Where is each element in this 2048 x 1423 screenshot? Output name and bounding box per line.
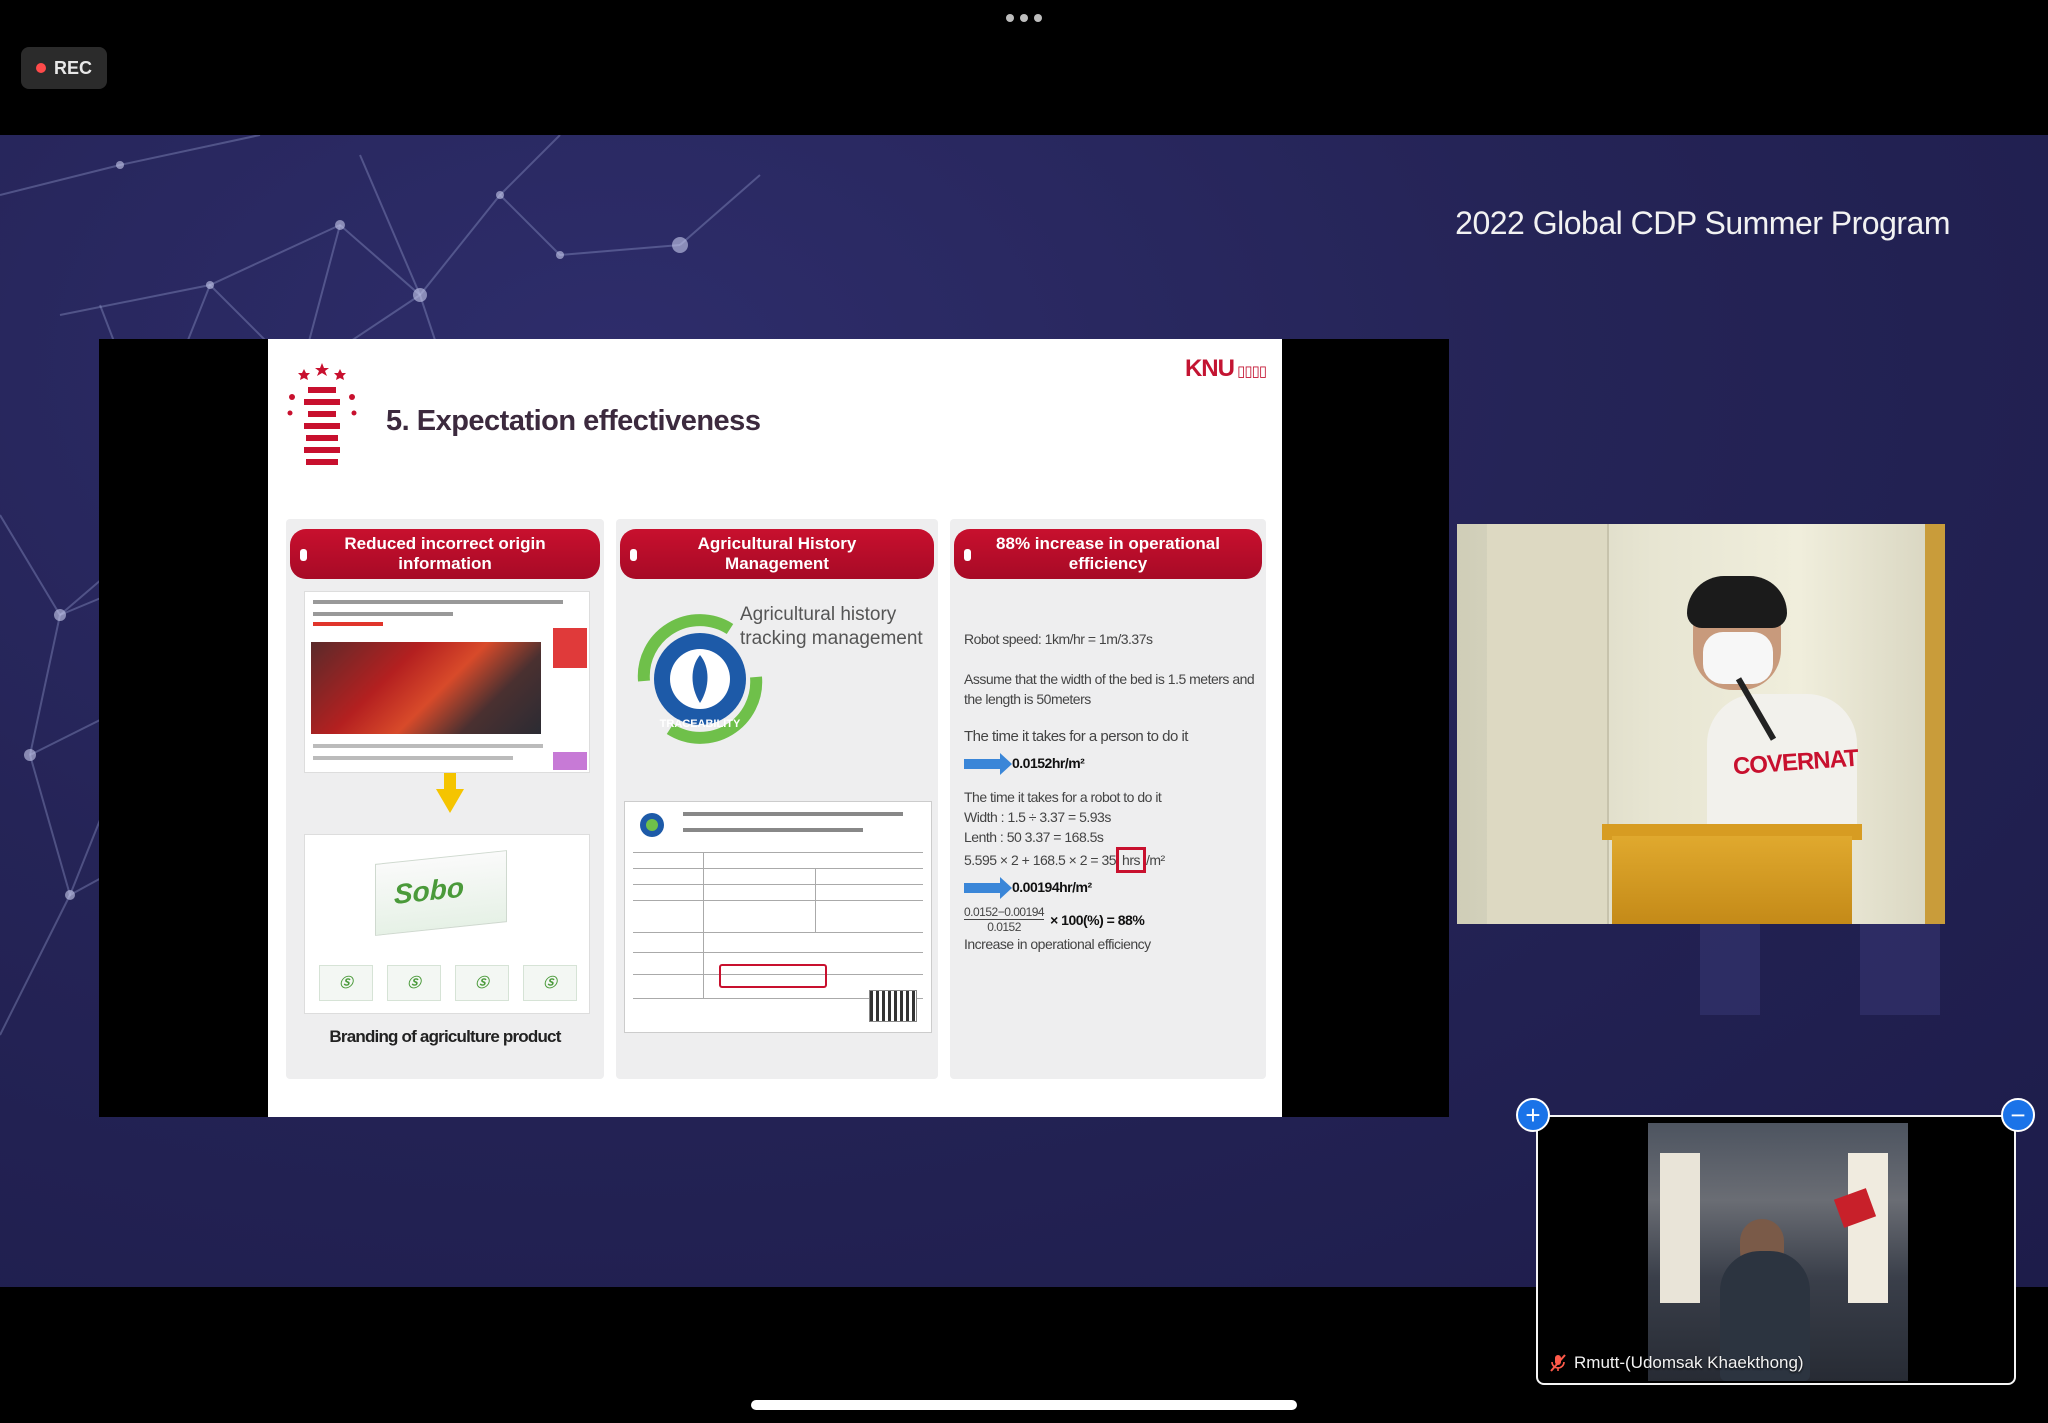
- blue-arrow-right-icon: [964, 753, 1012, 776]
- home-indicator[interactable]: [751, 1400, 1297, 1410]
- column-header-origin: Reduced incorrect origin information: [290, 529, 600, 579]
- shared-slide: 5. Expectation effectiveness KNU ▯▯▯▯ Red…: [268, 339, 1282, 1117]
- certificate-number-highlight: [719, 964, 827, 988]
- traceability-logo-text: TRACEABILITY: [660, 718, 741, 730]
- branding-caption: Branding of agriculture product: [329, 1027, 561, 1046]
- sum-calc-highlight: hrs: [1116, 847, 1146, 873]
- mic-muted-icon: [1550, 1354, 1566, 1372]
- formula-denominator: 0.0152: [987, 920, 1021, 934]
- efficiency-conclusion: Increase in operational efficiency: [964, 936, 1151, 952]
- yellow-arrow-down-icon: [436, 773, 464, 813]
- robot-time-label: The time it takes for a robot to do it: [964, 789, 1162, 805]
- formula-numerator: 0.0152−0.00194: [964, 905, 1045, 920]
- person-time-label: The time it takes for a person to do it: [964, 728, 1188, 745]
- more-options-icon[interactable]: [1004, 14, 1044, 28]
- participant-video-tile[interactable]: Rmutt-(Udomsak Khaekthong): [1536, 1115, 2016, 1385]
- length-calc: Lenth : 50 3.37 = 168.5s: [964, 829, 1104, 845]
- assumption-text: Assume that the width of the bed is 1.5 …: [964, 671, 1255, 707]
- package-label: Sobo: [394, 871, 464, 910]
- rec-indicator: REC: [21, 47, 107, 89]
- sum-calc-suffix: /m²: [1146, 852, 1165, 868]
- recording-dot-icon: [35, 63, 46, 73]
- robot-speed-text: Robot speed: 1km/hr = 1m/3.37s: [964, 631, 1153, 647]
- slide-title: 5. Expectation effectiveness: [386, 405, 761, 437]
- participant-name: Rmutt-(Udomsak Khaekthong): [1574, 1353, 1804, 1372]
- news-clipping-image: [304, 591, 590, 773]
- participant-name-label: Rmutt-(Udomsak Khaekthong): [1548, 1353, 1804, 1373]
- university-emblem-icon: [287, 363, 357, 465]
- efficiency-calculation: Robot speed: 1km/hr = 1m/3.37s Assume th…: [964, 629, 1260, 954]
- history-tracking-text: Agricultural history tracking management: [740, 604, 923, 649]
- sum-calc-prefix: 5.595 × 2 + 168.5 × 2 = 35: [964, 852, 1117, 868]
- qr-code-icon: [869, 990, 917, 1022]
- robot-time-value: 0.00194hr/m²: [1012, 879, 1092, 895]
- rec-label: REC: [53, 57, 92, 78]
- expand-tile-button[interactable]: +: [1516, 1098, 1550, 1132]
- column-efficiency: 88% increase in operational efficiency R…: [950, 519, 1266, 1079]
- person-time-value: 0.0152hr/m²: [1012, 755, 1085, 771]
- certificate-form-image: [624, 801, 932, 1033]
- product-branding-image: Sobo Ⓢ Ⓢ Ⓢ Ⓢ: [304, 834, 590, 1014]
- knu-logo: KNU ▯▯▯▯: [1184, 355, 1267, 382]
- column-header-history: Agricultural History Management: [620, 529, 934, 579]
- column-origin-info: Reduced incorrect origin information Sob…: [286, 519, 604, 1079]
- column-header-efficiency: 88% increase in operational efficiency: [954, 529, 1262, 579]
- event-title: 2022 Global CDP Summer Program: [1455, 205, 1950, 241]
- column-history-management: Agricultural History Management TRACEABI…: [616, 519, 938, 1079]
- width-calc: Width : 1.5 ÷ 3.37 = 5.93s: [964, 809, 1111, 825]
- participant-camera-feed: [1648, 1123, 1908, 1381]
- collapse-tile-button[interactable]: −: [2001, 1098, 2035, 1132]
- blue-arrow-right-icon-2: [964, 877, 1012, 900]
- knu-logo-text: KNU: [1184, 355, 1235, 382]
- formula-result: × 100(%) = 88%: [1050, 911, 1145, 928]
- speaker-video-feed: COVERNAT: [1457, 524, 1945, 924]
